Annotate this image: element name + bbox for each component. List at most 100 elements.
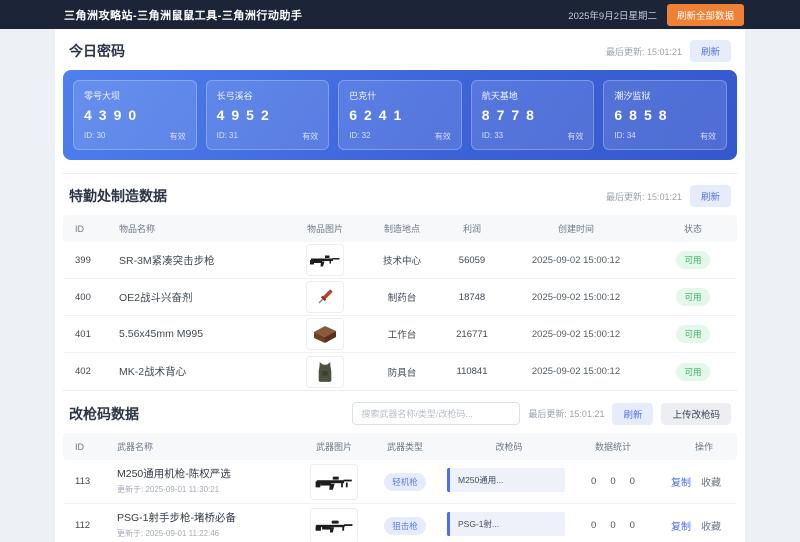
manufacturing-refresh-button[interactable]: 刷新 [689, 185, 731, 207]
section-manufacturing: 特勤处制造数据 最后更新: 15:01:21 刷新 ID 物品名称 物品图片 制造地点… [63, 173, 737, 390]
weapon-name: PSG-1射手步枪-堵桥必备 [117, 512, 237, 525]
password-status: 有效 [434, 132, 451, 141]
syringe-icon [306, 281, 344, 313]
section-gun-codes: 改枪码数据 最后更新: 15:01:21 刷新 上传改枪码 ID 武器名称 武器图片… [63, 390, 737, 542]
item-id: 399 [75, 254, 91, 266]
password-cards-panel: 零号大坝 4390 ID: 30 有效 长弓溪谷 4952 ID: 31 有效 巴克什 6241 I… [63, 70, 737, 160]
table-row: 112 PSG-1射手步枪-堵桥必备 更新于: 2025-09-01 11:22:4… [63, 504, 737, 542]
password-id: ID: 30 [84, 131, 106, 140]
copy-button[interactable]: 复制 [671, 474, 691, 489]
gun-codes-refresh-button[interactable]: 刷新 [612, 402, 654, 425]
weapon-type-badge: 轻机枪 [384, 472, 426, 491]
column-header: 物品名称 [119, 224, 156, 234]
current-date: 2025年9月2日星期二 [568, 10, 657, 22]
password-card: 潮汐监狱 6858 ID: 34 有效 [603, 80, 727, 150]
column-header: 数据统计 [594, 442, 631, 452]
table-row: 401 5.56x45mm M995 工作台 216771 2025-09-02 15:… [63, 316, 737, 353]
section-daily-passwords: 今日密码 最后更新: 15:01:21 刷新 零号大坝 4390 ID: 30 有效长… [63, 29, 737, 160]
column-header: ID [75, 441, 84, 452]
gun-code-box[interactable]: M250通用... [447, 468, 565, 492]
section-title-manufacturing: 特勤处制造数据 [69, 188, 167, 204]
item-name: MK-2战术背心 [119, 366, 187, 378]
column-header: 操作 [694, 442, 713, 452]
top-header: 三角洲攻略站-三角洲鼠鼠工具-三角洲行动助手 2025年9月2日星期二 刷新全部… [0, 0, 800, 29]
sniper-rifle-icon [310, 507, 358, 542]
column-header: 状态 [683, 224, 702, 234]
item-id: 402 [75, 366, 91, 377]
item-location: 技术中心 [382, 256, 421, 267]
item-name: 5.56x45mm M995 [119, 328, 204, 340]
item-name: SR-3M紧凑突击步枪 [119, 254, 215, 267]
password-code: 6858 [614, 107, 674, 123]
item-profit: 18748 [458, 291, 486, 303]
section-title-passwords: 今日密码 [69, 43, 125, 59]
manufacturing-last-update: 最后更新: 15:01:21 [605, 191, 682, 202]
copy-button[interactable]: 复制 [671, 518, 691, 533]
weapon-type-badge: 狙击枪 [384, 516, 426, 535]
data-stats: 000 [591, 520, 635, 531]
gun-code-box[interactable]: PSG-1射... [447, 512, 565, 536]
gun-codes-last-update: 最后更新: 15:01:21 [528, 409, 605, 419]
status-badge: 可用 [676, 325, 710, 343]
favorite-button[interactable]: 收藏 [701, 474, 721, 489]
item-created-time: 2025-09-02 15:00:12 [531, 291, 621, 303]
password-status: 有效 [302, 132, 319, 141]
item-name: OE2战斗兴奋剂 [119, 291, 193, 304]
vest-icon [306, 355, 344, 388]
manufacturing-table-header: ID 物品名称 物品图片 制造地点 利润 创建时间 状态 [63, 215, 737, 242]
machine-gun-icon [310, 463, 358, 500]
password-code: 4952 [216, 107, 276, 123]
weapon-id: 112 [75, 520, 91, 531]
password-status: 有效 [169, 132, 186, 141]
map-name: 长弓溪谷 [216, 91, 253, 101]
weapon-updated-time: 更新于: 2025-09-01 11:22:46 [117, 528, 220, 538]
password-id: ID: 34 [614, 131, 636, 140]
item-location: 制药台 [387, 293, 417, 304]
column-header: 利润 [462, 224, 481, 234]
map-name: 零号大坝 [84, 91, 121, 101]
item-created-time: 2025-09-02 15:00:12 [531, 366, 621, 377]
column-header: ID [75, 223, 84, 234]
weapon-id: 113 [75, 476, 91, 487]
data-stats: 000 [591, 476, 635, 487]
gun-codes-table-body: 113 M250通用机枪-陈权严选 更新于: 2025-09-01 11:30:21… [63, 460, 737, 542]
password-card: 长弓溪谷 4952 ID: 31 有效 [205, 80, 330, 150]
column-header: 制造地点 [383, 224, 420, 234]
item-profit: 216771 [456, 328, 488, 340]
table-row: 113 M250通用机枪-陈权严选 更新于: 2025-09-01 11:30:21… [63, 460, 737, 504]
table-row: 400 OE2战斗兴奋剂 制药台 18748 2025-09-02 15:00:12 可用 [63, 279, 737, 316]
password-id: ID: 31 [216, 131, 238, 140]
app-title: 三角洲攻略站-三角洲鼠鼠工具-三角洲行动助手 [64, 9, 303, 22]
column-header: 武器名称 [117, 442, 154, 452]
password-code: 6241 [349, 107, 409, 123]
password-id: ID: 33 [481, 131, 504, 140]
item-location: 工作台 [387, 330, 417, 341]
column-header: 创建时间 [557, 224, 594, 234]
status-badge: 可用 [676, 288, 710, 306]
password-code: 8778 [481, 107, 541, 123]
section-title-gun-codes: 改枪码数据 [69, 405, 139, 422]
table-row: 399 SR-3M紧凑突击步枪 技术中心 56059 2025-09-02 15:00:… [63, 242, 737, 279]
favorite-button[interactable]: 收藏 [701, 518, 721, 533]
column-header: 武器类型 [386, 442, 423, 452]
passwords-refresh-button[interactable]: 刷新 [689, 40, 731, 62]
item-profit: 110841 [456, 366, 488, 377]
column-header: 物品图片 [306, 224, 343, 234]
ammo-icon [306, 318, 344, 350]
item-location: 防具台 [387, 367, 417, 379]
refresh-all-button[interactable]: 刷新全部数据 [666, 3, 744, 26]
status-badge: 可用 [676, 251, 710, 269]
password-status: 有效 [699, 132, 716, 141]
map-name: 潮汐监狱 [614, 91, 651, 101]
column-header: 武器图片 [315, 442, 352, 452]
upload-gun-code-button[interactable]: 上传改枪码 [661, 402, 731, 425]
search-input[interactable] [352, 402, 521, 425]
column-header: 改枪码 [495, 442, 523, 452]
rifle-icon [306, 244, 344, 276]
map-name: 航天基地 [481, 91, 518, 101]
item-profit: 56059 [458, 254, 486, 266]
status-badge: 可用 [676, 362, 710, 381]
map-name: 巴克什 [349, 91, 377, 101]
manufacturing-table-body: 399 SR-3M紧凑突击步枪 技术中心 56059 2025-09-02 15:00:… [63, 242, 737, 390]
item-created-time: 2025-09-02 15:00:12 [531, 328, 621, 340]
